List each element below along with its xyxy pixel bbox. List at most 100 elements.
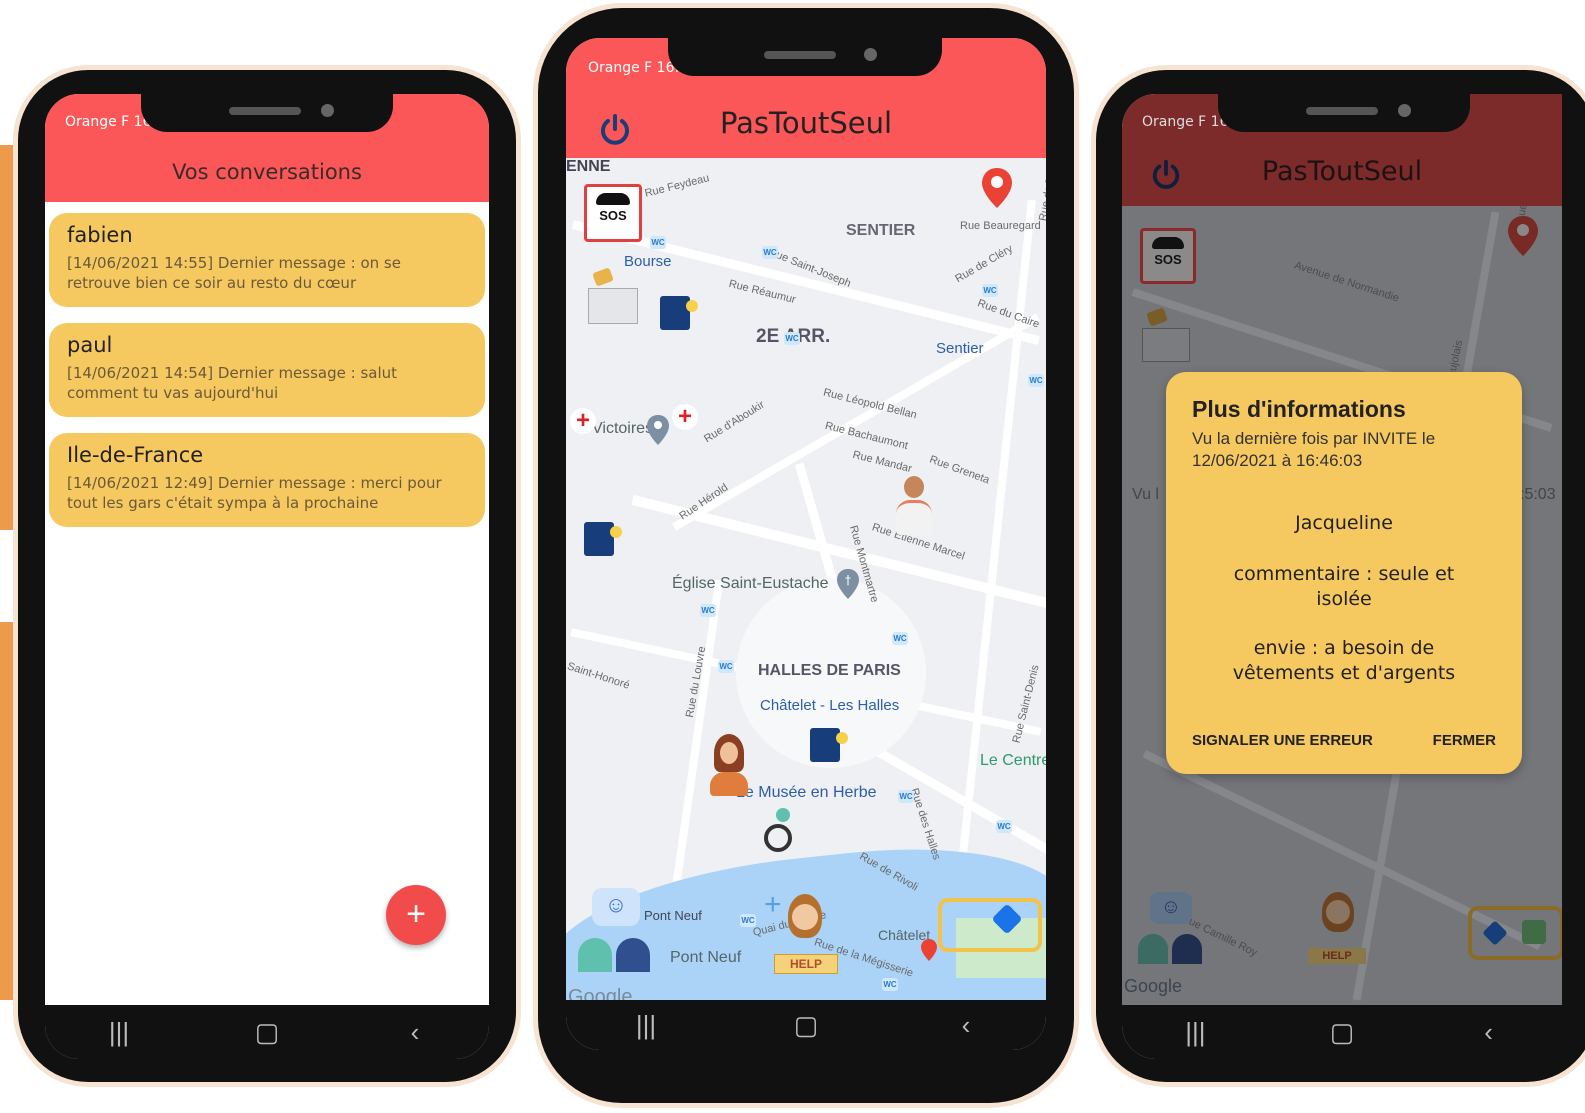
conversation-name: fabien [67, 223, 133, 247]
conversation-preview: [14/06/2021 12:49] Dernier message : mer… [67, 474, 442, 512]
toilet-icon[interactable]: WC [762, 246, 778, 259]
conversation-item[interactable]: Ile-de-France [14/06/2021 12:49] Dernier… [49, 433, 485, 527]
conversation-preview: [14/06/2021 14:54] Dernier message : sal… [67, 364, 398, 402]
place-label: Le Centre [980, 752, 1046, 769]
shelter-icon[interactable] [810, 728, 848, 762]
back-button[interactable]: ‹ [1459, 1017, 1519, 1048]
back-button[interactable]: ‹ [385, 1017, 445, 1048]
location-pin-icon[interactable]: † [836, 568, 860, 600]
page-title: Vos conversations [172, 160, 362, 184]
help-sign: HELP [774, 954, 838, 974]
street-label: Rue Mandar [851, 448, 914, 476]
behind-label: Vu l [1132, 486, 1159, 503]
toilet-icon[interactable]: WC [892, 632, 908, 645]
home-button[interactable]: ▢ [1312, 1017, 1372, 1048]
report-error-button[interactable]: SIGNALER UNE ERREUR [1192, 732, 1373, 749]
toilet-icon[interactable]: WC [718, 660, 734, 673]
conversation-item[interactable]: fabien [14/06/2021 14:55] Dernier messag… [49, 213, 485, 307]
help-sign: HELP [1308, 948, 1366, 964]
street-label: Rue Greneta [927, 453, 992, 487]
red-cross-icon[interactable]: + [570, 408, 596, 434]
close-button[interactable]: FERMER [1433, 732, 1496, 749]
phone3-notch [1218, 94, 1470, 132]
recent-apps-button[interactable]: ||| [1165, 1017, 1225, 1048]
android-navbar: ||| ▢ ‹ [566, 1000, 1046, 1050]
street-label: Rue de Turbigo [1037, 158, 1046, 223]
place-label: Victoires [592, 420, 654, 437]
dialog-person-name: Jacqueline [1295, 512, 1393, 534]
street-label: Rue de Cléry [953, 242, 1015, 286]
shelter-icon[interactable] [584, 522, 622, 556]
app-title: PasToutSeul [719, 106, 893, 140]
sos-button[interactable]: SOS [1140, 228, 1196, 284]
home-button[interactable]: ▢ [237, 1017, 297, 1048]
dialog-last-seen: Vu la dernière fois par INVITE le 12/06/… [1192, 429, 1436, 470]
phone2-screen: Orange F 16: PasToutSeul ENNE SENTIER 2E [566, 38, 1046, 1050]
conversation-name: paul [67, 333, 113, 357]
recent-apps-button[interactable]: ||| [616, 1010, 676, 1041]
sos-button[interactable]: SOS [584, 184, 642, 242]
behind-time: :5:03 [1520, 486, 1556, 503]
red-cross-icon[interactable]: + [672, 404, 698, 430]
phone1-screen: Orange F 16: Vos conversations fabien [1… [45, 94, 489, 1059]
status-carrier: Orange F 16: [588, 60, 680, 76]
location-pin-icon[interactable] [646, 414, 670, 446]
toilet-icon[interactable]: WC [650, 236, 666, 249]
android-navbar: ||| ▢ ‹ [1122, 1005, 1562, 1059]
plus-icon: + [406, 895, 426, 933]
map-view[interactable]: ENNE SENTIER 2E ARR. HALLES DE PARIS Égl… [566, 158, 1046, 1000]
toilet-icon[interactable]: WC [982, 284, 998, 297]
person-help-icon[interactable]: HELP [1306, 892, 1370, 972]
new-conversation-button[interactable]: + [386, 885, 446, 945]
conversation-item[interactable]: paul [14/06/2021 14:54] Dernier message … [49, 323, 485, 417]
location-pin-icon[interactable] [980, 166, 1014, 210]
street-label: Saint-Honoré [566, 660, 632, 692]
sos-label: SOS [1154, 252, 1182, 267]
donate-icon[interactable] [588, 266, 638, 324]
sos-label: SOS [599, 208, 627, 223]
person-help-icon[interactable]: HELP + [764, 888, 840, 978]
phone2-notch [668, 38, 942, 76]
decor-bar-bottom [0, 622, 14, 1000]
toilet-icon[interactable]: WC [882, 978, 898, 991]
svg-text:†: † [845, 573, 851, 587]
toilet-icon[interactable]: WC [996, 820, 1012, 833]
map-label: ENNE [566, 158, 611, 175]
metro-label: Sentier [936, 340, 984, 357]
android-navbar: ||| ▢ ‹ [45, 1005, 489, 1059]
street-label: Avenue de Normandie [1292, 259, 1401, 305]
toilet-icon[interactable]: WC [1028, 374, 1044, 387]
toilet-icon[interactable]: WC [700, 604, 716, 617]
location-pin-icon[interactable] [920, 938, 938, 962]
phone-map: Orange F 16: PasToutSeul ENNE SENTIER 2E [538, 8, 1074, 1103]
donate-icon[interactable] [1142, 306, 1190, 362]
person-man-icon[interactable] [892, 476, 936, 535]
google-logo: Google [568, 986, 633, 1000]
toilet-icon[interactable]: WC [784, 332, 800, 345]
maps-icon[interactable] [1522, 920, 1546, 944]
conversation-preview: [14/06/2021 14:55] Dernier message : on … [67, 254, 401, 292]
place-label: Le Musée en Herbe [736, 784, 877, 801]
phone-icon [1152, 237, 1184, 249]
street-label: Rue Feydeau [643, 172, 711, 200]
toilet-icon[interactable]: WC [740, 914, 756, 927]
district-label: SENTIER [846, 222, 916, 239]
wheelchair-icon[interactable] [764, 808, 808, 856]
chat-people-icon[interactable]: ☺ [576, 888, 656, 988]
dialog-comment: commentaire : seule et isolée [1233, 563, 1455, 610]
conversation-name: Ile-de-France [67, 443, 204, 467]
shelter-icon[interactable] [660, 296, 698, 330]
dialog-wish: envie : a besoin de vêtements et d'argen… [1232, 637, 1456, 684]
back-button[interactable]: ‹ [936, 1010, 996, 1041]
phone-map-dialog: Orange F 16: PasToutSeul Avenue de Norma… [1096, 70, 1585, 1082]
map-toolbar [938, 898, 1042, 952]
decor-bar-top [0, 145, 14, 530]
metro-label: Châtelet - Les Halles [760, 697, 900, 714]
toilet-icon[interactable]: WC [898, 790, 914, 803]
home-button[interactable]: ▢ [776, 1010, 836, 1041]
person-woman-icon[interactable] [706, 734, 752, 796]
location-pin-icon[interactable] [1506, 214, 1540, 258]
info-dialog: Plus d'informations Vu la dernière fois … [1166, 372, 1522, 774]
recent-apps-button[interactable]: ||| [89, 1017, 149, 1048]
chat-people-icon[interactable]: ☺ [1136, 892, 1206, 972]
